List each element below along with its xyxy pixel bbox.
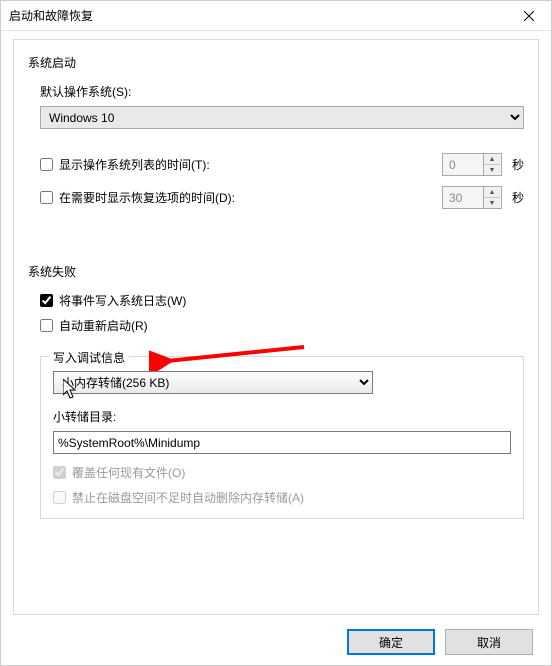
auto-restart-checkbox[interactable] xyxy=(40,319,53,332)
debug-info-legend: 写入调试信息 xyxy=(49,349,129,366)
default-os-select[interactable]: Windows 10 xyxy=(40,106,524,129)
show-recovery-seconds-spinner[interactable]: ▲ ▼ xyxy=(442,186,502,209)
show-recovery-seconds-input[interactable] xyxy=(443,187,483,208)
show-recovery-label: 在需要时显示恢复选项的时间(D): xyxy=(59,189,235,206)
show-os-list-row: 显示操作系统列表的时间(T): ▲ ▼ 秒 xyxy=(40,153,524,176)
dump-type-select[interactable]: 小内存转储(256 KB) xyxy=(53,371,373,394)
content-panel: 系统启动 默认操作系统(S): Windows 10 显示操作系统列表的时间(T… xyxy=(13,39,539,615)
show-os-list-seconds-input[interactable] xyxy=(443,154,483,175)
window-title: 启动和故障恢复 xyxy=(9,7,93,24)
overwrite-checkbox-wrap: 覆盖任何现有文件(O) xyxy=(53,464,185,481)
failure-group-label: 系统失败 xyxy=(28,263,524,280)
dump-dir-label: 小转储目录: xyxy=(53,408,511,425)
show-os-list-checkbox[interactable] xyxy=(40,158,53,171)
seconds-unit-2: 秒 xyxy=(512,189,524,206)
spin-up-icon[interactable]: ▲ xyxy=(484,154,500,164)
no-dump-low-disk-label: 禁止在磁盘空间不足时自动删除内存转储(A) xyxy=(72,489,304,506)
no-dump-low-disk-checkbox xyxy=(53,491,66,504)
seconds-unit: 秒 xyxy=(512,156,524,173)
auto-restart-checkbox-wrap[interactable]: 自动重新启动(R) xyxy=(40,317,148,334)
show-os-list-seconds-spinner[interactable]: ▲ ▼ xyxy=(442,153,502,176)
spinner-buttons: ▲ ▼ xyxy=(483,187,500,208)
write-event-checkbox[interactable] xyxy=(40,294,53,307)
close-button[interactable] xyxy=(506,1,551,31)
dialog-window: 启动和故障恢复 系统启动 默认操作系统(S): Windows 10 显示操作系… xyxy=(0,0,552,666)
debug-info-fieldset: 写入调试信息 小内存转储(256 KB) 小转储目录: 覆盖任何现有文件(O) xyxy=(40,356,524,519)
spin-up-icon[interactable]: ▲ xyxy=(484,187,500,197)
failure-group: 将事件写入系统日志(W) 自动重新启动(R) 写入调试信息 小内存转储(256 … xyxy=(40,292,524,519)
overwrite-checkbox xyxy=(53,466,66,479)
startup-group: 默认操作系统(S): Windows 10 显示操作系统列表的时间(T): ▲ … xyxy=(40,83,524,209)
auto-restart-label: 自动重新启动(R) xyxy=(59,317,148,334)
dialog-buttons: 确定 取消 xyxy=(347,629,533,655)
show-recovery-checkbox[interactable] xyxy=(40,191,53,204)
no-dump-low-disk-checkbox-wrap: 禁止在磁盘空间不足时自动删除内存转储(A) xyxy=(53,489,304,506)
default-os-label: 默认操作系统(S): xyxy=(40,83,524,100)
write-event-checkbox-wrap[interactable]: 将事件写入系统日志(W) xyxy=(40,292,186,309)
show-os-list-label: 显示操作系统列表的时间(T): xyxy=(59,156,210,173)
ok-button[interactable]: 确定 xyxy=(347,629,435,655)
show-os-list-checkbox-wrap[interactable]: 显示操作系统列表的时间(T): xyxy=(40,156,442,173)
close-icon xyxy=(524,11,534,21)
startup-group-label: 系统启动 xyxy=(28,54,524,71)
show-recovery-checkbox-wrap[interactable]: 在需要时显示恢复选项的时间(D): xyxy=(40,189,442,206)
cancel-button[interactable]: 取消 xyxy=(445,629,533,655)
spin-down-icon[interactable]: ▼ xyxy=(484,197,500,208)
write-event-label: 将事件写入系统日志(W) xyxy=(59,292,186,309)
show-recovery-row: 在需要时显示恢复选项的时间(D): ▲ ▼ 秒 xyxy=(40,186,524,209)
spinner-buttons: ▲ ▼ xyxy=(483,154,500,175)
spin-down-icon[interactable]: ▼ xyxy=(484,164,500,175)
titlebar: 启动和故障恢复 xyxy=(1,1,551,31)
dump-dir-input[interactable] xyxy=(53,431,511,454)
overwrite-label: 覆盖任何现有文件(O) xyxy=(72,464,185,481)
